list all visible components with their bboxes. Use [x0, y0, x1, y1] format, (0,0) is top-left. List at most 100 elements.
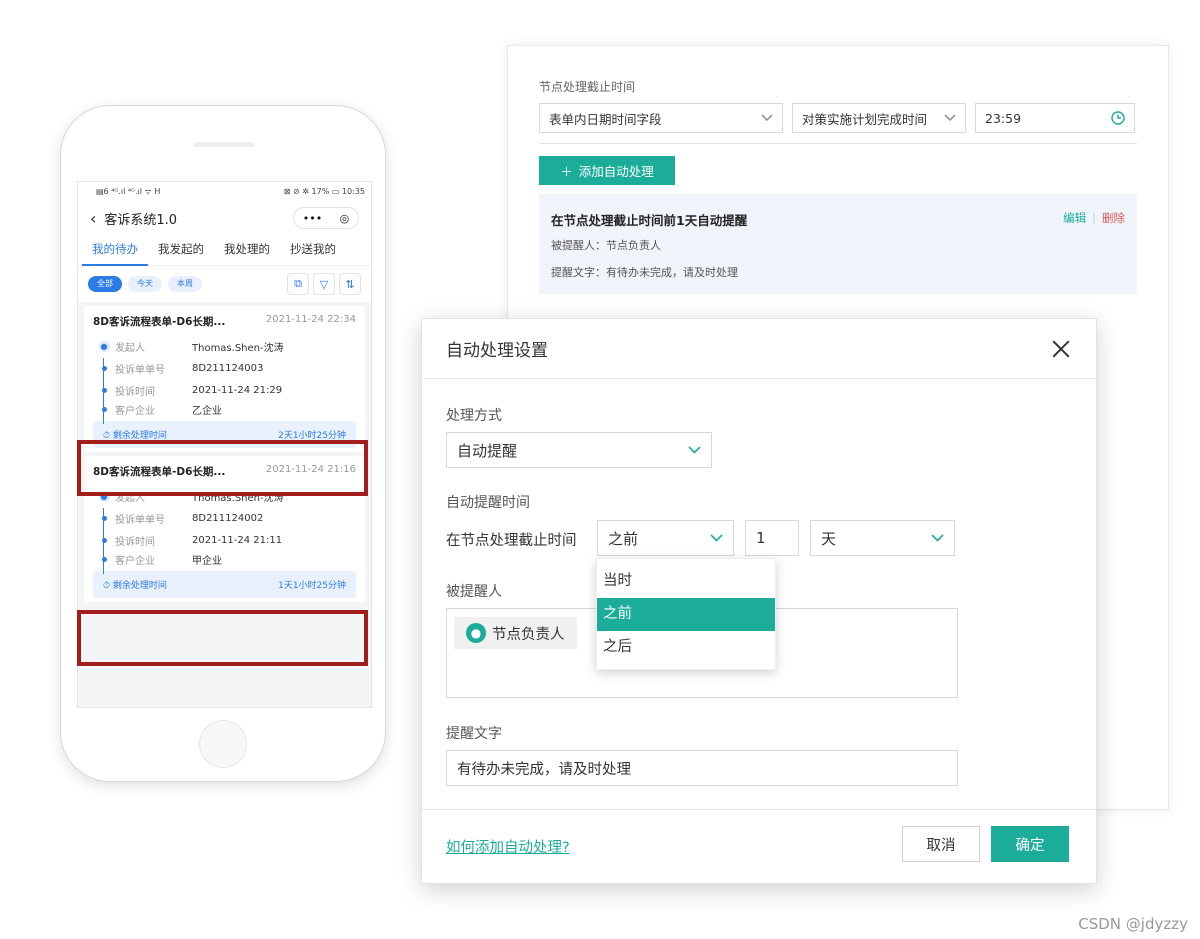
more-icon[interactable]: ••• [303, 212, 322, 225]
sort-icon[interactable]: ⇅ [339, 273, 361, 295]
auto-process-dialog: 自动处理设置 处理方式 自动提醒 自动提醒时间 在节点处理截止时间 之前 1 天… [421, 318, 1097, 884]
screenshot-stage: ▤6 ⁴ᴳ.ıl ⁴ᴳ.ıl ᯤ H ⊠ ⊘ ✲ 17% ▭ 10:35 ‹ 客… [0, 0, 1200, 939]
tab-handled[interactable]: 我处理的 [214, 236, 280, 266]
dialog-header: 自动处理设置 [422, 319, 1096, 379]
tab-my-todo[interactable]: 我的待办 [82, 236, 148, 266]
filter-icon[interactable]: ▽ [313, 273, 335, 295]
status-battery-time: ⊠ ⊘ ✲ 17% ▭ 10:35 [283, 186, 365, 196]
filter-icons: ⧉ ▽ ⇅ [287, 273, 361, 295]
dialog-title: 自动处理设置 [446, 341, 548, 361]
recipient-label: 被提醒人 [446, 584, 502, 600]
clock-icon: ⏱ [103, 581, 111, 591]
field-type-value: 表单内日期时间字段 [549, 111, 662, 127]
mobile-navbar: ‹ 客诉系统1.0 ••• ◎ [78, 200, 371, 236]
remind-time-label: 自动提醒时间 [446, 495, 530, 511]
plan-field-select[interactable]: 对策实施计划完成时间 [792, 103, 966, 133]
timeline-dot [101, 406, 107, 412]
initiator-value: Thomas.Shen-沈涛 [192, 342, 284, 354]
reminder-text-value: 有待办未完成，请及时处理 [457, 761, 631, 778]
amount-input[interactable]: 1 [745, 520, 799, 556]
remaining-value: 1天1小时25分钟 [278, 581, 346, 591]
timeline-dot [101, 537, 107, 543]
field-label: 发起人 [115, 342, 145, 354]
recipient-tag[interactable]: ● 节点负责人 [454, 617, 577, 649]
phone-speaker [193, 142, 255, 147]
company-value: 乙企业 [192, 405, 222, 417]
add-button-label: 添加自动处理 [578, 164, 654, 179]
company-value: 甲企业 [192, 555, 222, 567]
watermark: CSDN @jdyzzy [1078, 915, 1188, 933]
reminder-label: 提醒文字 [446, 726, 502, 742]
home-button[interactable] [199, 720, 247, 768]
method-value: 自动提醒 [457, 441, 518, 460]
add-auto-process-button[interactable]: ＋ 添加自动处理 [539, 156, 675, 185]
rule-actions: 编辑 | 删除 [1063, 210, 1125, 226]
field-label: 投诉单单号 [115, 364, 165, 376]
plus-icon: ＋ [560, 164, 573, 179]
unit-value: 天 [821, 529, 837, 548]
amount-value: 1 [756, 529, 766, 547]
deadline-text: 在节点处理截止时间 [446, 533, 577, 549]
mobile-tabs: 我的待办 我发起的 我处理的 抄送我的 [78, 236, 371, 266]
copy-icon[interactable]: ⧉ [287, 273, 309, 295]
relation-select[interactable]: 之前 [597, 520, 734, 556]
rule-text: 提醒文字：有待办未完成，请及时处理 [551, 266, 738, 279]
action-separator: | [1092, 211, 1096, 225]
list-item[interactable]: 8D客诉流程表单-D6长期... 2021-11-24 22:34 ● 发起人 … [84, 306, 365, 452]
timeline-dot [101, 556, 107, 562]
option-at-time[interactable]: 当时 [597, 565, 775, 598]
relation-value: 之前 [608, 529, 639, 548]
field-label: 投诉单单号 [115, 514, 165, 526]
person-icon: ● [98, 340, 110, 352]
dialog-footer: 如何添加自动处理? 取消 确定 [422, 809, 1096, 885]
complaint-time-value: 2021-11-24 21:29 [192, 384, 283, 396]
divider [539, 143, 1137, 144]
time-picker[interactable]: 23:59 [975, 103, 1135, 133]
chevron-down-icon [761, 114, 773, 122]
delete-link[interactable]: 删除 [1102, 211, 1125, 225]
field-label: 投诉时间 [115, 536, 155, 548]
timeline-dot [101, 365, 107, 371]
close-icon[interactable] [1050, 338, 1072, 360]
unit-select[interactable]: 天 [810, 520, 955, 556]
timeline-dot [101, 387, 107, 393]
user-icon: ● [466, 623, 486, 643]
edit-link[interactable]: 编辑 [1063, 211, 1086, 225]
status-signal: ▤6 ⁴ᴳ.ıl ⁴ᴳ.ıl ᯤ H [96, 186, 161, 196]
app-title: 客诉系统1.0 [104, 212, 178, 228]
chevron-down-icon [931, 534, 944, 542]
auto-rule-item: 在节点处理截止时间前1天自动提醒 编辑 | 删除 被提醒人：节点负责人 提醒文字：有… [539, 194, 1137, 294]
back-chevron-icon[interactable]: ‹ [90, 209, 96, 228]
order-no-value: 8D211124003 [192, 362, 264, 374]
plan-field-value: 对策实施计划完成时间 [802, 111, 928, 127]
help-link[interactable]: 如何添加自动处理? [446, 836, 570, 857]
filter-today[interactable]: 今天 [128, 276, 162, 292]
field-label: 客户企业 [115, 555, 155, 567]
tab-initiated[interactable]: 我发起的 [148, 236, 214, 266]
field-label: 客户企业 [115, 405, 155, 417]
rule-title: 在节点处理截止时间前1天自动提醒 [551, 213, 748, 228]
timeline-dot [101, 515, 107, 521]
status-bar: ▤6 ⁴ᴳ.ıl ⁴ᴳ.ıl ᯤ H ⊠ ⊘ ✲ 17% ▭ 10:35 [78, 182, 371, 200]
tab-cc-me[interactable]: 抄送我的 [280, 236, 346, 266]
option-before[interactable]: 之前 [597, 598, 775, 631]
remaining-label: 剩余处理时间 [112, 581, 167, 591]
method-select[interactable]: 自动提醒 [446, 432, 712, 468]
close-target-icon[interactable]: ◎ [340, 212, 350, 225]
option-after[interactable]: 之后 [597, 631, 775, 664]
card-time: 2021-11-24 22:34 [265, 314, 356, 325]
order-no-value: 8D211124002 [192, 512, 264, 524]
chevron-down-icon [944, 114, 956, 122]
filter-all[interactable]: 全部 [88, 276, 122, 292]
field-type-select[interactable]: 表单内日期时间字段 [539, 103, 783, 133]
rule-recipient: 被提醒人：节点负责人 [551, 239, 661, 252]
time-value: 23:59 [985, 110, 1022, 126]
remaining-time-bar: ⏱ 剩余处理时间 1天1小时25分钟 [93, 571, 356, 598]
confirm-button[interactable]: 确定 [991, 826, 1069, 862]
filter-week[interactable]: 本周 [168, 276, 202, 292]
miniapp-capsule: ••• ◎ [293, 207, 359, 229]
reminder-text-input[interactable]: 有待办未完成，请及时处理 [446, 750, 958, 786]
method-label: 处理方式 [446, 408, 502, 424]
card-title: 8D客诉流程表单-D6长期... [93, 316, 226, 328]
cancel-button[interactable]: 取消 [902, 826, 980, 862]
